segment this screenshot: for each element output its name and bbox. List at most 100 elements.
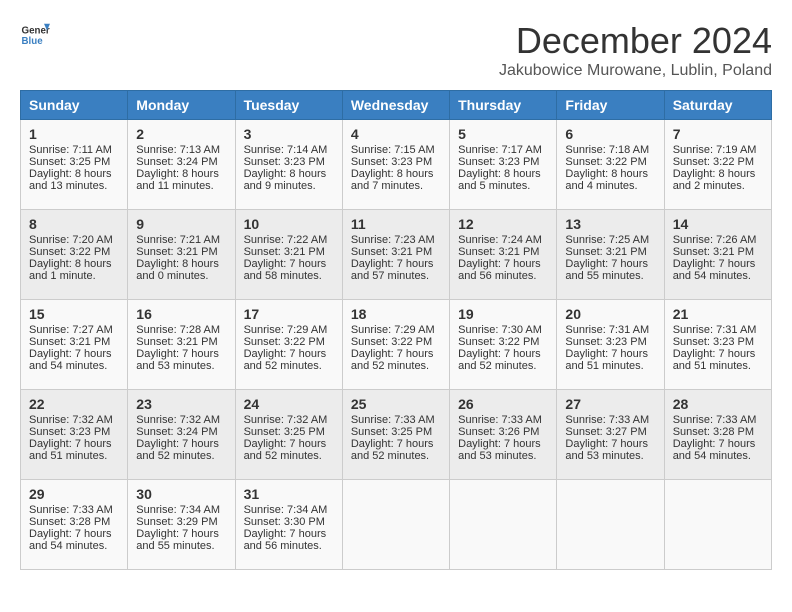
day-number: 13: [565, 216, 655, 232]
day-info-line: and 52 minutes.: [351, 450, 441, 462]
day-number: 20: [565, 306, 655, 322]
day-info-line: Sunrise: 7:19 AM: [673, 144, 763, 156]
day-number: 19: [458, 306, 548, 322]
day-info-line: and 52 minutes.: [244, 450, 334, 462]
day-info-line: Sunrise: 7:34 AM: [244, 504, 334, 516]
day-info-line: Sunset: 3:21 PM: [244, 246, 334, 258]
week-row-2: 8Sunrise: 7:20 AMSunset: 3:22 PMDaylight…: [21, 210, 772, 300]
day-info-line: Sunrise: 7:23 AM: [351, 234, 441, 246]
day-cell: 13Sunrise: 7:25 AMSunset: 3:21 PMDayligh…: [557, 210, 664, 300]
svg-text:Blue: Blue: [22, 36, 44, 47]
day-info-line: Sunrise: 7:14 AM: [244, 144, 334, 156]
day-info-line: Sunrise: 7:28 AM: [136, 324, 226, 336]
day-info-line: Daylight: 8 hours: [673, 168, 763, 180]
day-cell: 25Sunrise: 7:33 AMSunset: 3:25 PMDayligh…: [342, 390, 449, 480]
day-info-line: Sunset: 3:25 PM: [244, 426, 334, 438]
day-number: 30: [136, 486, 226, 502]
day-info-line: Sunset: 3:29 PM: [136, 516, 226, 528]
day-info-line: and 53 minutes.: [136, 360, 226, 372]
day-info-line: Daylight: 7 hours: [244, 258, 334, 270]
day-info-line: and 55 minutes.: [136, 540, 226, 552]
day-info-line: Sunrise: 7:33 AM: [565, 414, 655, 426]
month-title: December 2024: [499, 20, 772, 62]
day-info-line: Daylight: 8 hours: [244, 168, 334, 180]
day-number: 2: [136, 126, 226, 142]
day-info-line: Sunrise: 7:29 AM: [351, 324, 441, 336]
day-number: 24: [244, 396, 334, 412]
day-info-line: Daylight: 7 hours: [673, 348, 763, 360]
day-cell: 23Sunrise: 7:32 AMSunset: 3:24 PMDayligh…: [128, 390, 235, 480]
day-info-line: Sunrise: 7:30 AM: [458, 324, 548, 336]
day-info-line: Sunrise: 7:32 AM: [29, 414, 119, 426]
day-cell: 4 Sunrise: 7:15 AMSunset: 3:23 PMDaylight…: [342, 120, 449, 210]
day-number: 12: [458, 216, 548, 232]
day-info-line: Sunset: 3:23 PM: [565, 336, 655, 348]
day-cell: 18Sunrise: 7:29 AMSunset: 3:22 PMDayligh…: [342, 300, 449, 390]
day-info-line: Sunrise: 7:27 AM: [29, 324, 119, 336]
day-info-line: Sunrise: 7:32 AM: [244, 414, 334, 426]
day-info-line: Sunrise: 7:17 AM: [458, 144, 548, 156]
day-info-line: Sunrise: 7:15 AM: [351, 144, 441, 156]
day-info-line: and 1 minute.: [29, 270, 119, 282]
day-number: 11: [351, 216, 441, 232]
day-cell: 14Sunrise: 7:26 AMSunset: 3:21 PMDayligh…: [664, 210, 771, 300]
day-info-line: Sunset: 3:24 PM: [136, 426, 226, 438]
day-info-line: Sunset: 3:26 PM: [458, 426, 548, 438]
header-row: SundayMondayTuesdayWednesdayThursdayFrid…: [21, 91, 772, 120]
day-info-line: Sunrise: 7:21 AM: [136, 234, 226, 246]
day-info-line: Sunset: 3:21 PM: [458, 246, 548, 258]
day-cell: 30 Sunrise: 7:34 AMSunset: 3:29 PMDayligh…: [128, 480, 235, 570]
day-info-line: Daylight: 7 hours: [458, 348, 548, 360]
day-info-line: Sunset: 3:23 PM: [351, 156, 441, 168]
day-info-line: Daylight: 7 hours: [351, 438, 441, 450]
day-info-line: Sunset: 3:22 PM: [673, 156, 763, 168]
day-info-line: Daylight: 8 hours: [351, 168, 441, 180]
day-number: 4: [351, 126, 441, 142]
day-info-line: and 54 minutes.: [673, 270, 763, 282]
day-cell: 15Sunrise: 7:27 AMSunset: 3:21 PMDayligh…: [21, 300, 128, 390]
day-info-line: Sunset: 3:22 PM: [458, 336, 548, 348]
day-cell: [450, 480, 557, 570]
day-info-line: Sunrise: 7:33 AM: [458, 414, 548, 426]
day-info-line: Sunset: 3:21 PM: [29, 336, 119, 348]
day-info-line: and 53 minutes.: [565, 450, 655, 462]
week-row-3: 15Sunrise: 7:27 AMSunset: 3:21 PMDayligh…: [21, 300, 772, 390]
day-number: 15: [29, 306, 119, 322]
location-title: Jakubowice Murowane, Lublin, Poland: [499, 62, 772, 80]
day-number: 29: [29, 486, 119, 502]
day-number: 26: [458, 396, 548, 412]
day-info-line: and 5 minutes.: [458, 180, 548, 192]
day-info-line: and 2 minutes.: [673, 180, 763, 192]
day-info-line: Sunrise: 7:20 AM: [29, 234, 119, 246]
day-info-line: and 57 minutes.: [351, 270, 441, 282]
day-info-line: Daylight: 7 hours: [29, 438, 119, 450]
day-cell: 28Sunrise: 7:33 AMSunset: 3:28 PMDayligh…: [664, 390, 771, 480]
day-info-line: Sunset: 3:21 PM: [136, 336, 226, 348]
day-info-line: Sunset: 3:22 PM: [244, 336, 334, 348]
day-number: 22: [29, 396, 119, 412]
day-cell: 10Sunrise: 7:22 AMSunset: 3:21 PMDayligh…: [235, 210, 342, 300]
day-cell: [342, 480, 449, 570]
day-info-line: Sunset: 3:21 PM: [136, 246, 226, 258]
day-info-line: Sunset: 3:24 PM: [136, 156, 226, 168]
day-info-line: Sunrise: 7:31 AM: [673, 324, 763, 336]
day-info-line: and 53 minutes.: [458, 450, 548, 462]
day-cell: 6Sunrise: 7:18 AMSunset: 3:22 PMDaylight…: [557, 120, 664, 210]
day-cell: 24Sunrise: 7:32 AMSunset: 3:25 PMDayligh…: [235, 390, 342, 480]
day-cell: [664, 480, 771, 570]
day-cell: 7Sunrise: 7:19 AMSunset: 3:22 PMDaylight…: [664, 120, 771, 210]
day-info-line: and 56 minutes.: [458, 270, 548, 282]
day-info-line: Sunset: 3:28 PM: [673, 426, 763, 438]
day-info-line: and 54 minutes.: [673, 450, 763, 462]
day-info-line: Daylight: 7 hours: [673, 258, 763, 270]
day-number: 21: [673, 306, 763, 322]
day-info-line: Daylight: 7 hours: [136, 528, 226, 540]
day-number: 10: [244, 216, 334, 232]
day-info-line: Sunrise: 7:34 AM: [136, 504, 226, 516]
day-info-line: and 11 minutes.: [136, 180, 226, 192]
day-info-line: Daylight: 7 hours: [136, 438, 226, 450]
day-info-line: Sunrise: 7:33 AM: [351, 414, 441, 426]
day-info-line: Daylight: 7 hours: [565, 438, 655, 450]
column-header-thursday: Thursday: [450, 91, 557, 120]
day-info-line: Daylight: 7 hours: [458, 258, 548, 270]
